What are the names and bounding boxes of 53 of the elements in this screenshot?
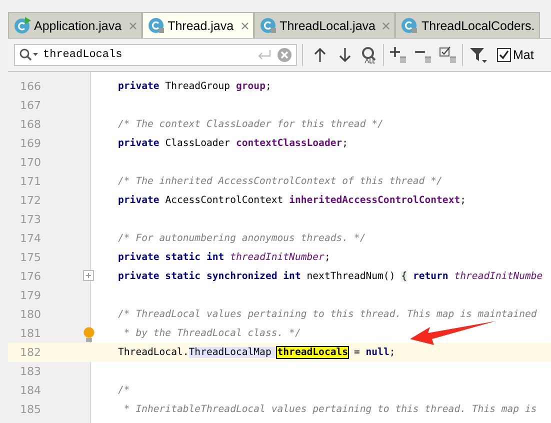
- line-number: 169: [19, 137, 42, 150]
- line-number: 173: [19, 213, 42, 226]
- line-number: 172: [19, 194, 42, 207]
- class-lock-icon: [260, 17, 277, 34]
- code-line: private ThreadGroup group;: [118, 81, 272, 92]
- line-number: 176: [19, 270, 42, 283]
- line-number: 183: [19, 365, 42, 378]
- search-icon[interactable]: [19, 48, 39, 62]
- line-number: 167: [19, 99, 42, 112]
- code-line: private static synchronized int nextThreadNum() { return threadInitNumbe: [118, 271, 543, 282]
- filter-icon[interactable]: [469, 46, 487, 64]
- search-field[interactable]: threadLocals: [14, 44, 297, 66]
- code-line: /* The context ClassLoader for this thread */: [118, 119, 384, 130]
- line-number: 170: [19, 156, 42, 169]
- line-number: 180: [19, 308, 42, 321]
- lightbulb-icon[interactable]: [83, 327, 95, 342]
- editor-tab[interactable]: ThreadLocalCoders.: [395, 12, 540, 38]
- line-number: 171: [19, 175, 42, 188]
- checkmark-icon: [499, 50, 509, 60]
- close-icon[interactable]: [240, 22, 249, 30]
- code-line: /* For autonumbering anonymous threads. */: [118, 233, 366, 244]
- class-run-icon: [14, 17, 31, 34]
- find-all-icon[interactable]: [360, 46, 378, 64]
- code-line: /* ThreadLocal values pertaining to this thread. This map is maintained: [118, 309, 537, 320]
- line-number: 175: [19, 251, 42, 264]
- select-all-occurrences-icon[interactable]: [439, 46, 457, 64]
- line-number: 168: [19, 118, 42, 131]
- code-line: private AccessControlContext inheritedAccessControlContext;: [118, 195, 466, 206]
- code-line: private ClassLoader contextClassLoader;: [118, 138, 348, 149]
- down-arrow-icon[interactable]: [337, 47, 353, 63]
- code-line: /* The inherited AccessControlContext of this thread */: [118, 176, 442, 187]
- line-number: 185: [19, 403, 42, 416]
- line-number: 174: [19, 232, 42, 245]
- line-number: 166: [19, 80, 42, 93]
- add-occurrence-icon[interactable]: [389, 46, 407, 64]
- code-line: * by the ThreadLocal class. */: [122, 328, 301, 339]
- code-line: /*: [118, 385, 130, 396]
- match-case-checkbox[interactable]: Mat: [497, 48, 534, 62]
- code-line: private static int threadInitNumber;: [118, 252, 330, 263]
- enter-key-icon: [256, 50, 272, 60]
- up-arrow-icon[interactable]: [312, 47, 328, 63]
- editor-tab[interactable]: ThreadLocal.java: [254, 12, 396, 38]
- line-number: 182: [19, 346, 42, 359]
- fold-icon[interactable]: [83, 270, 94, 281]
- code-line: * InheritableThreadLocal values pertaining to this thread. This map is: [122, 404, 537, 415]
- class-lock-icon: [401, 17, 418, 34]
- code-line: ThreadLocal.ThreadLocalMap threadLocals = null;: [118, 347, 396, 358]
- editor-tab[interactable]: Application.java: [8, 12, 142, 38]
- line-number: 181: [19, 327, 42, 340]
- line-number: 179: [19, 289, 42, 302]
- editor-tab[interactable]: Thread.java: [142, 12, 254, 38]
- class-lock-icon: [148, 17, 165, 34]
- line-number: 184: [19, 384, 42, 397]
